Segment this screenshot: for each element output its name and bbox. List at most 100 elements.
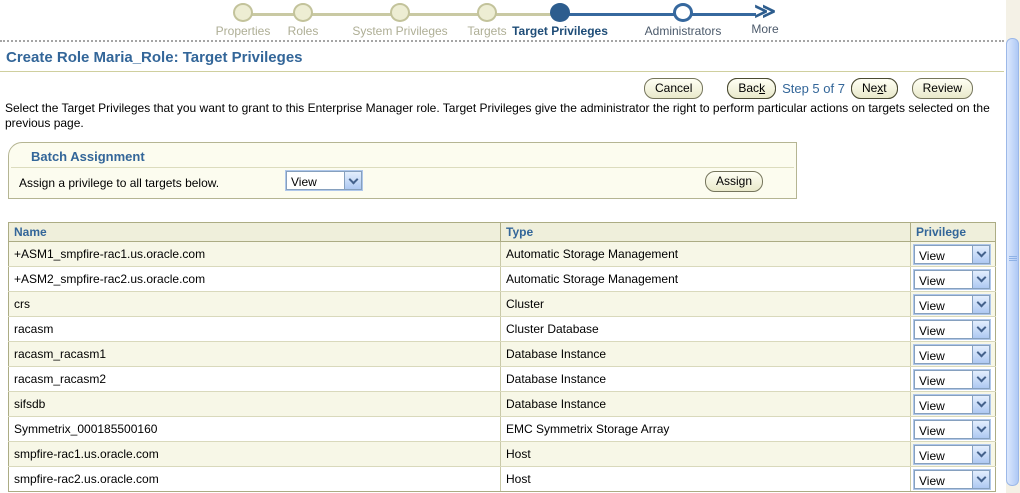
privilege-select[interactable]: View [914,270,990,289]
table-row: smpfire-rac2.us.oracle.com Host View [9,467,996,492]
privilege-select-value: View [915,346,972,363]
table-row: racasm Cluster Database View [9,317,996,342]
target-type-cell: Automatic Storage Management [501,242,911,267]
target-name-cell: Symmetrix_000185500160 [9,417,501,442]
table-row: racasm_racasm1 Database Instance View [9,342,996,367]
target-type-cell: Database Instance [501,367,911,392]
assign-button[interactable]: Assign [705,171,763,192]
page-description: Select the Target Privileges that you wa… [5,101,1005,131]
dropdown-arrow-icon[interactable] [972,396,989,413]
table-row: smpfire-rac1.us.oracle.com Host View [9,442,996,467]
privilege-select-value: View [915,471,972,488]
back-label: Bac [738,81,759,95]
table-row: +ASM1_smpfire-rac1.us.oracle.com Automat… [9,242,996,267]
target-name-cell: racasm [9,317,501,342]
privilege-cell: View [911,417,996,442]
table-header-row: Name Type Privilege [9,223,996,242]
target-type-cell: Cluster Database [501,317,911,342]
privilege-select[interactable]: View [914,295,990,314]
step-circle-icon [390,3,410,22]
privilege-select-value: View [915,321,972,338]
privilege-cell: View [911,342,996,367]
privilege-select[interactable]: View [914,445,990,464]
dropdown-arrow-icon[interactable] [972,246,989,263]
target-name-cell: racasm_racasm1 [9,342,501,367]
target-name-cell: smpfire-rac1.us.oracle.com [9,442,501,467]
privilege-cell: View [911,467,996,492]
column-header-name: Name [9,223,501,242]
privilege-select[interactable]: View [914,345,990,364]
batch-privilege-select-value: View [287,172,344,189]
privilege-cell: View [911,267,996,292]
action-bar: Cancel Back Step 5 of 7 Next Review [644,78,973,98]
page-title: Create Role Maria_Role: Target Privilege… [6,49,303,66]
target-type-cell: Host [501,467,911,492]
privilege-select-value: View [915,446,972,463]
next-label-end: t [883,81,886,95]
train-step-more[interactable]: ≫ More [690,3,840,36]
privilege-select[interactable]: View [914,420,990,439]
table-row: racasm_racasm2 Database Instance View [9,367,996,392]
batch-privilege-select[interactable]: View [286,171,362,190]
dropdown-arrow-icon[interactable] [972,471,989,488]
back-accesskey: k [759,81,765,95]
scrollbar-thumb[interactable] [1006,38,1019,486]
dropdown-arrow-icon[interactable] [972,296,989,313]
dropdown-arrow-icon[interactable] [972,321,989,338]
dropdown-arrow-icon[interactable] [972,346,989,363]
privilege-select-value: View [915,371,972,388]
privilege-cell: View [911,367,996,392]
table-row: +ASM2_smpfire-rac2.us.oracle.com Automat… [9,267,996,292]
target-name-cell: smpfire-rac2.us.oracle.com [9,467,501,492]
dropdown-arrow-icon[interactable] [972,371,989,388]
target-type-cell: Cluster [501,292,911,317]
dropdown-arrow-icon[interactable] [972,271,989,288]
privilege-select[interactable]: View [914,320,990,339]
privilege-select-value: View [915,246,972,263]
more-chevron-icon: ≫ [690,3,840,22]
target-name-cell: racasm_racasm2 [9,367,501,392]
dropdown-arrow-icon[interactable] [972,421,989,438]
batch-assignment-panel: Batch Assignment Assign a privilege to a… [8,142,797,199]
privilege-cell: View [911,242,996,267]
dropdown-arrow-icon[interactable] [344,172,361,189]
batch-assignment-label: Assign a privilege to all targets below. [19,176,219,190]
target-type-cell: Automatic Storage Management [501,267,911,292]
column-header-privilege: Privilege [911,223,996,242]
privilege-cell: View [911,442,996,467]
column-header-type: Type [501,223,911,242]
next-label: Ne [862,81,877,95]
batch-divider [11,167,794,168]
back-button[interactable]: Back [727,78,776,99]
table-row: Symmetrix_000185500160 EMC Symmetrix Sto… [9,417,996,442]
privilege-select[interactable]: View [914,470,990,489]
cancel-button[interactable]: Cancel [644,78,703,99]
dotted-separator [0,40,1004,42]
target-name-cell: +ASM2_smpfire-rac2.us.oracle.com [9,267,501,292]
target-type-cell: Host [501,442,911,467]
next-button[interactable]: Next [851,78,898,99]
table-row: crs Cluster View [9,292,996,317]
table-row: sifsdb Database Instance View [9,392,996,417]
target-name-cell: +ASM1_smpfire-rac1.us.oracle.com [9,242,501,267]
target-type-cell: Database Instance [501,342,911,367]
page: Properties Roles System Privileges Targe… [0,0,1020,493]
privilege-cell: View [911,392,996,417]
privilege-select[interactable]: View [914,370,990,389]
dropdown-arrow-icon[interactable] [972,446,989,463]
vertical-scrollbar[interactable] [1006,0,1020,493]
privilege-cell: View [911,292,996,317]
privilege-cell: View [911,317,996,342]
privilege-select-value: View [915,296,972,313]
review-button[interactable]: Review [912,78,973,99]
privilege-select-value: View [915,421,972,438]
privilege-select[interactable]: View [914,245,990,264]
privilege-select[interactable]: View [914,395,990,414]
step-circle-icon [293,3,313,22]
batch-assignment-title: Batch Assignment [9,143,796,167]
target-type-cell: Database Instance [501,392,911,417]
title-rule [0,71,1004,72]
target-type-cell: EMC Symmetrix Storage Array [501,417,911,442]
target-privileges-table: Name Type Privilege +ASM1_smpfire-rac1.u… [8,222,996,492]
privilege-select-value: View [915,271,972,288]
